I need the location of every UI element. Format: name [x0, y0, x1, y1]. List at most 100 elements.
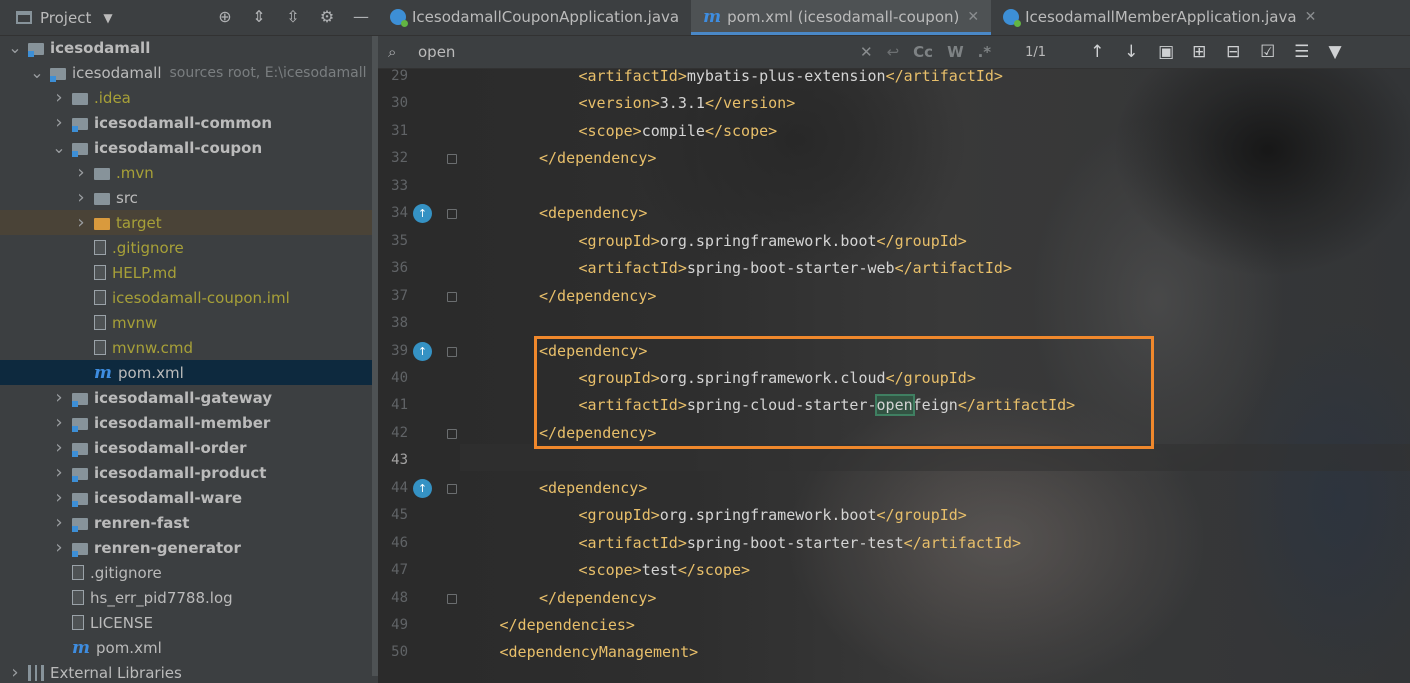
- chevron-right-icon[interactable]: ›: [52, 87, 66, 108]
- code-line[interactable]: <dependency>: [539, 200, 647, 227]
- tree-item[interactable]: › icesodamall-product: [0, 460, 378, 485]
- chevron-right-icon[interactable]: ›: [52, 537, 66, 558]
- code-line[interactable]: <artifactId>spring-cloud-starter-openfei…: [579, 392, 1075, 419]
- expand-all-icon[interactable]: ⇕: [250, 8, 268, 26]
- chevron-right-icon[interactable]: ›: [52, 437, 66, 458]
- tree-item[interactable]: › icesodamall-common: [0, 110, 378, 135]
- chevron-right-icon[interactable]: ›: [52, 412, 66, 433]
- chevron-right-icon[interactable]: ›: [52, 512, 66, 533]
- fold-marker-icon[interactable]: [447, 593, 457, 604]
- select-occurrences-icon[interactable]: ▣: [1158, 42, 1174, 62]
- close-icon[interactable]: ✕: [967, 9, 979, 25]
- tree-item[interactable]: › .mvn: [0, 160, 378, 185]
- close-icon[interactable]: ✕: [1305, 9, 1317, 25]
- tree-item[interactable]: › target: [0, 210, 378, 235]
- editor-tab[interactable]: IcesodamallMemberApplication.java ✕: [991, 0, 1328, 35]
- tree-item[interactable]: › icesodamall-member: [0, 410, 378, 435]
- tree-item[interactable]: › src: [0, 185, 378, 210]
- tree-item[interactable]: ›hs_err_pid7788.log: [0, 585, 378, 610]
- chevron-right-icon[interactable]: ›: [52, 112, 66, 133]
- fold-marker-icon[interactable]: [447, 154, 457, 165]
- tree-item[interactable]: ›mpom.xml: [0, 360, 378, 385]
- arrow-up-icon[interactable]: ↑: [1090, 42, 1104, 62]
- code-line[interactable]: <version>3.3.1</version>: [579, 90, 796, 117]
- fold-marker-icon[interactable]: [447, 346, 457, 357]
- tree-item[interactable]: ›.gitignore: [0, 560, 378, 585]
- chevron-down-icon[interactable]: ▼: [103, 11, 112, 25]
- chevron-right-icon[interactable]: ›: [74, 162, 88, 183]
- locate-file-icon[interactable]: ⊕: [216, 8, 234, 26]
- match-case-button[interactable]: Cc: [913, 43, 933, 61]
- clear-search-icon[interactable]: ✕: [860, 43, 873, 61]
- tree-item[interactable]: ›.gitignore: [0, 235, 378, 260]
- tree-item[interactable]: › icesodamall-gateway: [0, 385, 378, 410]
- search-icon[interactable]: ⌕: [388, 43, 410, 61]
- filter-options-icon[interactable]: ☰: [1294, 42, 1309, 62]
- search-input[interactable]: [418, 43, 858, 61]
- tree-item[interactable]: ⌄ icesodamall: [0, 35, 378, 60]
- chevron-down-icon[interactable]: ⌄: [8, 38, 22, 57]
- code-line[interactable]: </dependencies>: [500, 612, 635, 639]
- code-line[interactable]: </dependency>: [539, 145, 656, 172]
- code-content[interactable]: <artifactId>mybatis-plus-extension</arti…: [460, 67, 1410, 683]
- code-line[interactable]: <scope>test</scope>: [579, 557, 751, 584]
- fold-marker-icon[interactable]: [447, 209, 457, 220]
- tree-item[interactable]: ⌄ icesodamall-coupon: [0, 135, 378, 160]
- code-line[interactable]: </dependency>: [539, 283, 656, 310]
- overrides-marker-icon[interactable]: ↑: [413, 341, 432, 361]
- code-line[interactable]: </dependency>: [539, 420, 656, 447]
- tree-item[interactable]: ›mvnw.cmd: [0, 335, 378, 360]
- chevron-down-icon[interactable]: ⌄: [30, 63, 44, 82]
- overrides-marker-icon[interactable]: ↑: [413, 478, 432, 498]
- code-line[interactable]: <groupId>org.springframework.boot</group…: [579, 228, 967, 255]
- tree-item[interactable]: › icesodamall-order: [0, 435, 378, 460]
- chevron-right-icon[interactable]: ›: [52, 387, 66, 408]
- tree-item[interactable]: ›icesodamall-coupon.iml: [0, 285, 378, 310]
- tree-item[interactable]: › External Libraries: [0, 660, 378, 683]
- select-all-occurrences-icon[interactable]: ☑: [1260, 42, 1275, 62]
- remove-selection-icon[interactable]: ⊟: [1226, 42, 1240, 62]
- tree-item[interactable]: ›HELP.md: [0, 260, 378, 285]
- collapse-all-icon[interactable]: ⇳: [284, 8, 302, 26]
- code-line[interactable]: </dependency>: [539, 585, 656, 612]
- chevron-right-icon[interactable]: ›: [52, 487, 66, 508]
- chevron-right-icon[interactable]: ›: [8, 662, 22, 683]
- code-line[interactable]: <groupId>org.springframework.boot</group…: [579, 502, 967, 529]
- tree-item[interactable]: › renren-generator: [0, 535, 378, 560]
- code-line[interactable]: <groupId>org.springframework.cloud</grou…: [579, 365, 976, 392]
- code-line[interactable]: <dependency>: [539, 338, 647, 365]
- tree-item[interactable]: › icesodamall-ware: [0, 485, 378, 510]
- regex-button[interactable]: .*: [978, 43, 992, 61]
- code-line[interactable]: <dependencyManagement>: [500, 639, 699, 666]
- tree-item[interactable]: ›mpom.xml: [0, 635, 378, 660]
- code-line[interactable]: <dependency>: [539, 475, 647, 502]
- fold-marker-icon[interactable]: [447, 291, 457, 302]
- tree-item[interactable]: ›LICENSE: [0, 610, 378, 635]
- gear-icon[interactable]: ⚙: [318, 8, 336, 26]
- chevron-right-icon[interactable]: ›: [52, 462, 66, 483]
- overrides-marker-icon[interactable]: ↑: [413, 204, 432, 224]
- tree-item[interactable]: › renren-fast: [0, 510, 378, 535]
- arrow-down-icon[interactable]: ↓: [1124, 42, 1138, 62]
- tree-item[interactable]: › .idea: [0, 85, 378, 110]
- code-line[interactable]: <artifactId>spring-boot-starter-test</ar…: [579, 530, 1022, 557]
- words-button[interactable]: W: [947, 43, 964, 61]
- code-line[interactable]: <scope>compile</scope>: [579, 118, 778, 145]
- filter-icon[interactable]: ▼: [1328, 42, 1342, 62]
- chevron-right-icon[interactable]: ›: [74, 212, 88, 233]
- project-title[interactable]: Project: [40, 9, 91, 27]
- editor-tab[interactable]: IcesodamallCouponApplication.java: [378, 0, 691, 35]
- add-selection-icon[interactable]: ⊞: [1192, 42, 1206, 62]
- fold-marker-icon[interactable]: [447, 483, 457, 494]
- file-icon: [72, 590, 84, 605]
- chevron-down-icon[interactable]: ⌄: [52, 138, 66, 157]
- tree-item[interactable]: ›mvnw: [0, 310, 378, 335]
- chevron-right-icon[interactable]: ›: [74, 187, 88, 208]
- xml-tag: </groupId>: [885, 368, 976, 387]
- code-line[interactable]: <artifactId>spring-boot-starter-web</art…: [579, 255, 1013, 282]
- editor-tab[interactable]: m pom.xml (icesodamall-coupon) ✕: [691, 0, 992, 35]
- fold-marker-icon[interactable]: [447, 428, 457, 439]
- tree-item[interactable]: ⌄ icesodamall sources root, E:\icesodamall: [0, 60, 378, 85]
- history-icon[interactable]: ↩: [887, 43, 900, 61]
- hide-panel-icon[interactable]: —: [352, 8, 370, 26]
